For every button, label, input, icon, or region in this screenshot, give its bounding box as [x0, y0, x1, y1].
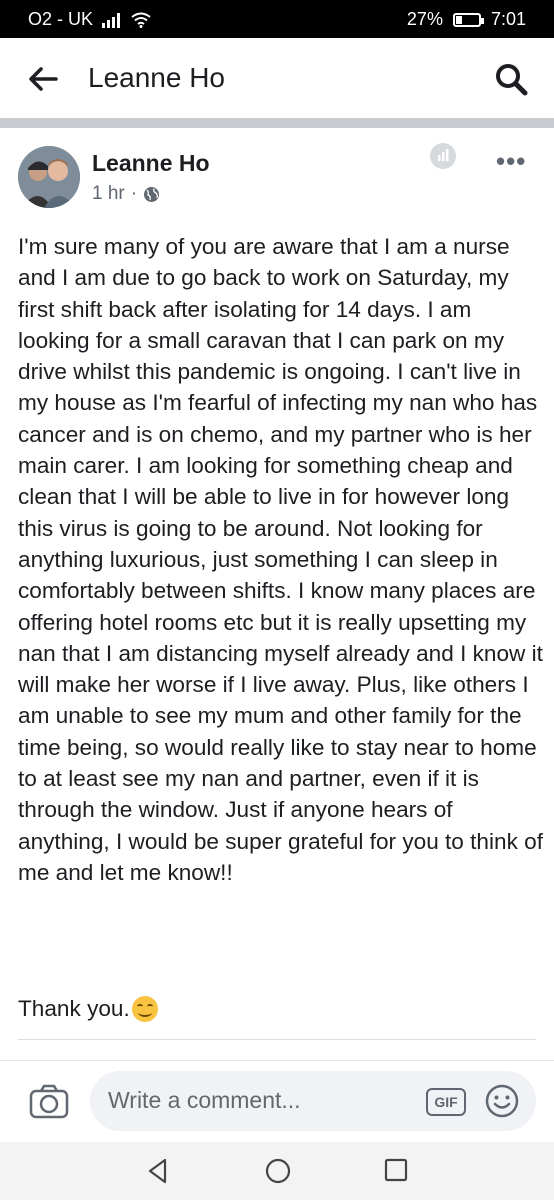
post-text: I'm sure many of you are aware that I am… — [18, 234, 543, 885]
post-meta: 1 hr · — [92, 183, 160, 205]
post-body: I'm sure many of you are aware that I am… — [18, 231, 543, 888]
more-options-icon[interactable]: ••• — [496, 146, 526, 177]
nav-home-icon[interactable] — [264, 1157, 292, 1185]
closing-text: Thank you. — [18, 996, 130, 1021]
globe-icon — [144, 186, 160, 202]
clock: 7:01 — [490, 9, 526, 29]
post-time[interactable]: 1 hr — [92, 183, 125, 205]
status-bar: O2 - UK 27% 7:01 — [0, 0, 554, 38]
back-arrow-icon[interactable] — [26, 62, 60, 96]
insights-icon[interactable] — [430, 143, 456, 169]
battery-percent: 27% — [406, 9, 443, 29]
battery-icon — [452, 12, 484, 27]
page-title: Leanne Ho — [88, 62, 226, 93]
emoji-picker-icon[interactable] — [484, 1083, 520, 1119]
nav-recents-icon[interactable] — [383, 1157, 409, 1183]
comment-input[interactable]: Write a comment... GIF — [90, 1071, 536, 1131]
profile-photo — [18, 146, 80, 208]
avatar[interactable] — [18, 146, 80, 208]
search-icon[interactable] — [492, 60, 530, 98]
carrier-label: O2 - UK — [28, 9, 94, 29]
section-divider — [0, 118, 554, 128]
smiling-face-icon — [131, 995, 158, 1022]
post-divider — [18, 1039, 536, 1040]
comment-bar: Write a comment... GIF — [0, 1060, 554, 1143]
signal-icon — [102, 12, 121, 28]
post-closing: Thank you. — [18, 993, 158, 1024]
meta-separator: · — [130, 183, 138, 204]
app-header: Leanne Ho — [0, 38, 554, 118]
camera-icon[interactable] — [28, 1081, 70, 1123]
system-nav-bar — [0, 1142, 554, 1200]
comment-placeholder: Write a comment... — [108, 1087, 301, 1113]
nav-back-icon[interactable] — [145, 1157, 173, 1185]
gif-button[interactable]: GIF — [426, 1088, 466, 1116]
post-author[interactable]: Leanne Ho — [92, 150, 210, 177]
wifi-icon — [131, 12, 151, 28]
